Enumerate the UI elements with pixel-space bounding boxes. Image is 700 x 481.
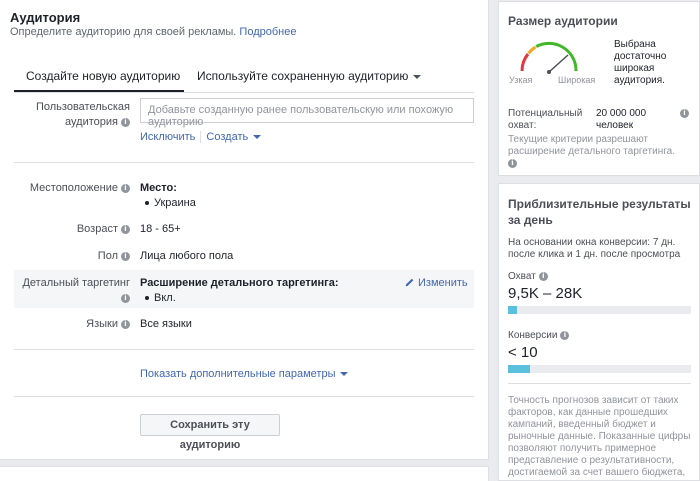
- reach-value: 9,5K – 28K: [508, 285, 583, 302]
- gauge-needle: [548, 54, 569, 73]
- show-more-options-label: Показать дополнительные параметры: [140, 368, 336, 380]
- panel-subtitle: Определите аудиторию для своей рекламы. …: [10, 26, 296, 38]
- conversions-label: Конверсии i: [508, 330, 570, 341]
- audience-panel: Аудитория Определите аудиторию для своей…: [0, 0, 489, 460]
- age-label: Возраст i: [14, 222, 130, 237]
- reach-label-text: Охват: [508, 271, 536, 282]
- reach-label: Охват i: [508, 271, 548, 282]
- languages-label-text: Языки: [86, 318, 118, 330]
- section-divider: [14, 162, 474, 163]
- gender-value[interactable]: Лица любого пола: [140, 250, 233, 262]
- detailed-targeting-label: Детальный таргетинг i: [14, 276, 130, 306]
- chevron-down-icon: [253, 135, 262, 140]
- audience-size-panel: Размер аудитории Узкая Широкая Выбрана д…: [498, 1, 700, 176]
- info-icon[interactable]: i: [121, 225, 130, 234]
- detailed-targeting-item: Вкл.: [140, 292, 339, 304]
- section-divider: [14, 396, 474, 397]
- conversions-bar: [508, 365, 691, 373]
- location-label: Местоположение i: [14, 181, 130, 196]
- custom-audience-label-text: Пользовательская аудитория: [35, 101, 130, 128]
- learn-more-link[interactable]: Подробнее: [239, 26, 296, 38]
- chevron-down-icon: [340, 372, 349, 377]
- conversions-bar-fill: [508, 365, 530, 373]
- conversion-window-note: На основании окна конверсии: 7 дн. после…: [508, 237, 681, 260]
- edit-label: Изменить: [418, 277, 468, 289]
- detailed-targeting-label-text: Детальный таргетинг: [22, 277, 130, 289]
- panel-title: Аудитория: [10, 10, 81, 25]
- estimated-results-panel: Приблизительные результаты за день На ос…: [498, 183, 700, 481]
- gender-label-text: Пол: [97, 250, 118, 262]
- tab-saved-audience[interactable]: Используйте сохраненную аудиторию: [197, 69, 422, 83]
- pencil-icon: [405, 278, 414, 287]
- potential-reach-value: 20 000 000 человек: [596, 108, 647, 131]
- gauge-narrow-label: Узкая: [509, 75, 533, 85]
- criteria-note: Текущие критерии разрешают расширение де…: [508, 134, 693, 170]
- custom-audience-label: Пользовательская аудитория i: [14, 100, 130, 130]
- estimated-results-title: Приблизительные результаты за день: [508, 197, 691, 227]
- custom-audience-actions: Исключить Создать: [140, 131, 262, 144]
- info-icon[interactable]: i: [538, 272, 548, 281]
- next-section-panel: [0, 466, 489, 481]
- tab-new-audience[interactable]: Создайте новую аудиторию: [26, 69, 180, 83]
- audience-size-description: Выбрана достаточно широкая аудитория.: [614, 39, 667, 86]
- save-audience-button[interactable]: Сохранить эту аудиторию: [140, 414, 280, 451]
- link-separator: [200, 131, 202, 144]
- info-icon[interactable]: i: [121, 294, 130, 303]
- exclude-link[interactable]: Исключить: [140, 131, 195, 143]
- audience-size-title: Размер аудитории: [508, 14, 618, 28]
- active-tab-indicator: [14, 90, 184, 92]
- age-value[interactable]: 18 - 65+: [140, 223, 181, 235]
- location-heading: Место:: [140, 182, 177, 194]
- reach-bar: [508, 306, 691, 314]
- tab-saved-label: Используйте сохраненную аудиторию: [197, 69, 409, 83]
- create-label: Создать: [206, 131, 249, 143]
- conversions-label-text: Конверсии: [508, 330, 558, 341]
- potential-reach-label: Потенциальный охват:: [508, 108, 583, 131]
- gauge-wide-label: Широкая: [558, 75, 596, 85]
- age-label-text: Возраст: [76, 223, 118, 235]
- section-divider: [14, 349, 474, 350]
- info-icon[interactable]: i: [121, 320, 130, 329]
- chevron-down-icon: [413, 74, 422, 79]
- show-more-options-link[interactable]: Показать дополнительные параметры: [140, 368, 349, 380]
- custom-audience-input[interactable]: Добавьте созданную ранее пользовательску…: [140, 98, 474, 128]
- info-icon[interactable]: i: [508, 159, 517, 168]
- info-icon[interactable]: i: [121, 184, 130, 193]
- info-icon[interactable]: i: [560, 331, 570, 340]
- info-icon[interactable]: i: [121, 252, 130, 261]
- languages-label: Языки i: [14, 317, 130, 332]
- create-dropdown[interactable]: Создать: [206, 131, 262, 143]
- reach-bar-fill: [508, 306, 518, 314]
- location-item: Украина: [140, 197, 196, 209]
- detailed-targeting-value[interactable]: Расширение детального таргетинга: Вкл.: [140, 277, 339, 304]
- languages-value[interactable]: Все языки: [140, 318, 192, 330]
- results-divider: [508, 383, 691, 384]
- gender-label: Пол i: [14, 249, 130, 264]
- info-icon[interactable]: i: [680, 109, 689, 118]
- panel-subtitle-text: Определите аудиторию для своей рекламы.: [10, 26, 237, 38]
- location-label-text: Местоположение: [29, 182, 118, 194]
- detailed-targeting-heading: Расширение детального таргетинга:: [140, 277, 339, 289]
- info-icon[interactable]: i: [121, 118, 130, 127]
- conversions-value: < 10: [508, 344, 538, 361]
- accuracy-note: Точность прогнозов зависит от таких факт…: [508, 395, 691, 478]
- location-value[interactable]: Место: Украина: [140, 182, 196, 209]
- tabs-divider: [14, 92, 474, 93]
- criteria-note-text: Текущие критерии разрешают расширение де…: [508, 134, 675, 157]
- edit-button[interactable]: Изменить: [405, 277, 468, 289]
